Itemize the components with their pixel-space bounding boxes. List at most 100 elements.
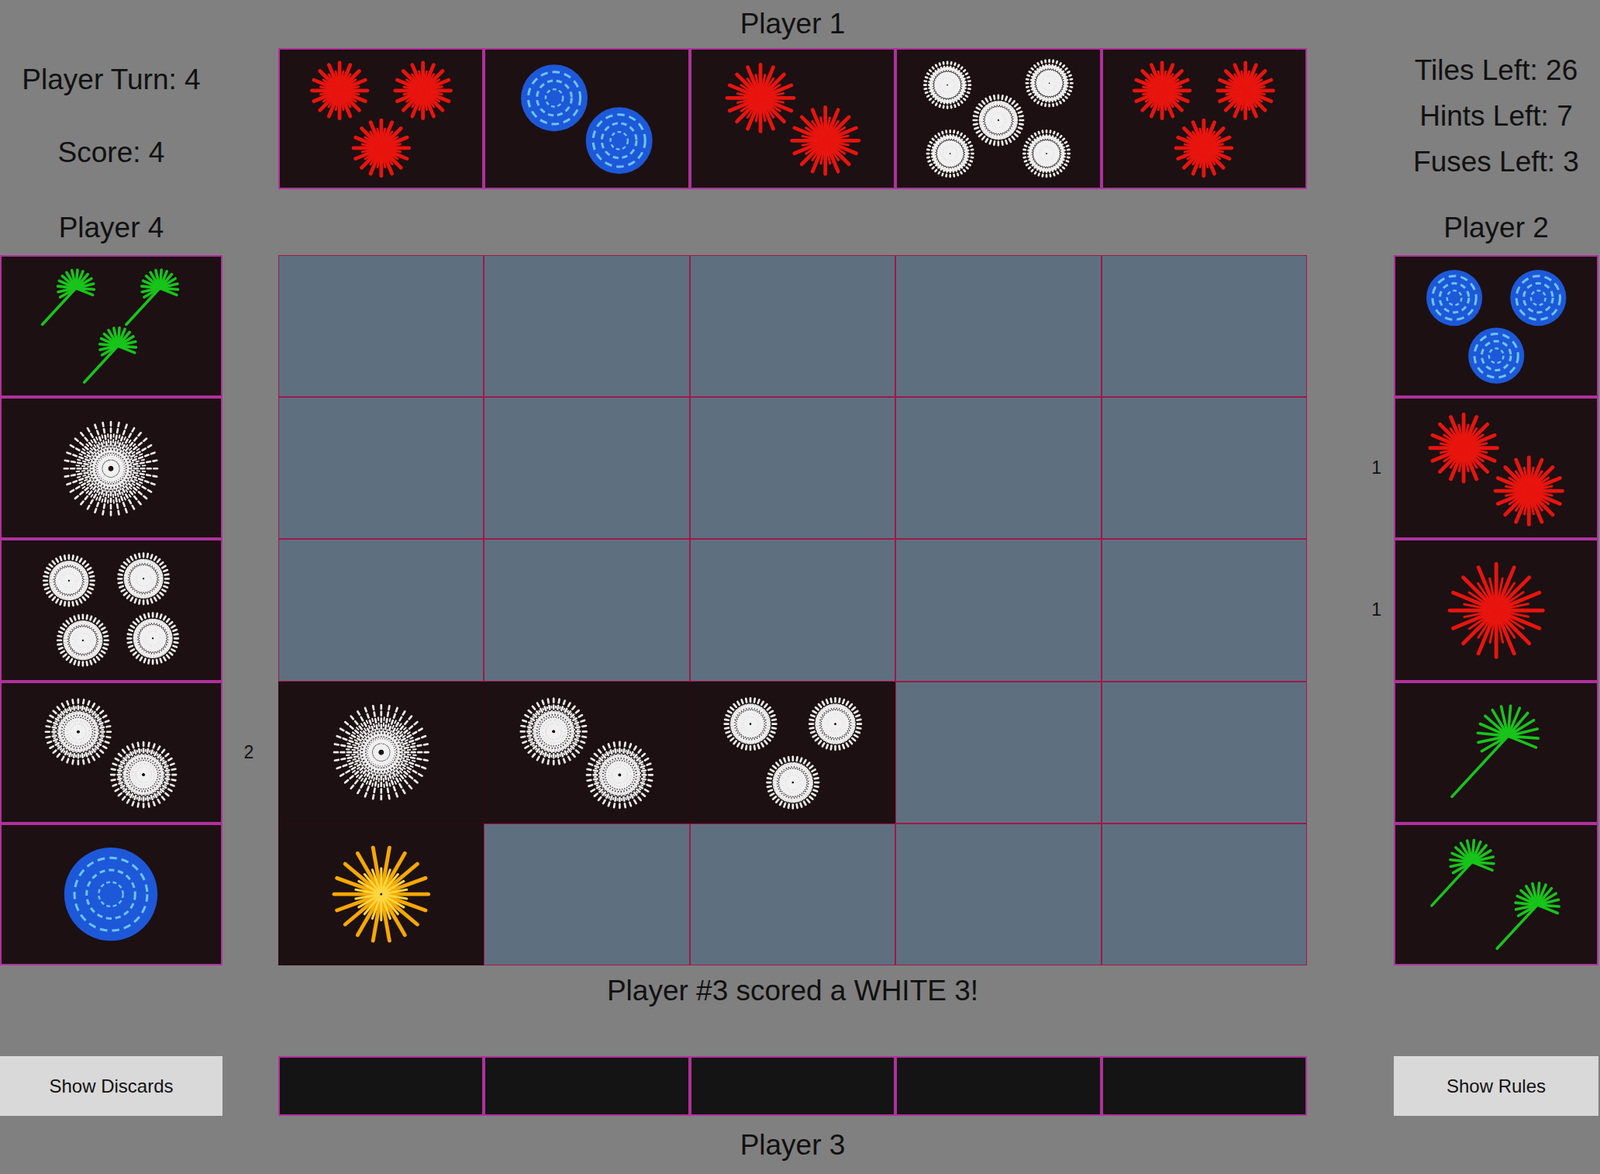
hint-count — [222, 255, 279, 397]
show-rules-button[interactable]: Show Rules — [1393, 1055, 1599, 1116]
firework-icon — [7, 544, 214, 676]
firework-icon — [1401, 260, 1591, 391]
firework-burst-icon — [44, 697, 113, 766]
board-cell — [1101, 255, 1307, 397]
firework-board — [278, 255, 1307, 966]
hint-count — [1306, 255, 1394, 397]
player-label: Player 3 — [278, 1128, 1307, 1162]
firework-burst-icon — [43, 554, 96, 607]
board-cell — [278, 538, 484, 681]
firework-icon — [1401, 544, 1591, 676]
firework-icon — [7, 260, 214, 391]
board-cell — [689, 823, 896, 966]
board-cell — [1101, 823, 1307, 966]
info-text: Score: 4 — [58, 136, 166, 169]
board-cell — [1101, 396, 1307, 539]
hand-card[interactable] — [0, 396, 223, 539]
board-cell — [483, 255, 690, 397]
hint-count — [222, 538, 279, 681]
status-message: Player #3 scored a WHITE 3! — [278, 965, 1307, 1056]
player-hand — [1393, 255, 1599, 966]
firework-burst-icon — [1496, 882, 1559, 949]
hand-card[interactable] — [689, 48, 896, 190]
hand-card[interactable] — [483, 1055, 690, 1116]
board-cell — [483, 396, 690, 539]
hand-card[interactable] — [1393, 396, 1599, 539]
firework-burst-icon — [721, 695, 779, 752]
firework-burst-icon — [1431, 840, 1494, 906]
hint-count: 1 — [1306, 396, 1394, 539]
hint-count: 2 — [222, 681, 279, 824]
board-cell — [689, 396, 896, 539]
board-cell — [1101, 681, 1307, 824]
firework-burst-icon — [1426, 269, 1483, 326]
board-cell — [483, 681, 690, 824]
info-text: Player Turn: 4 — [21, 63, 200, 97]
firework-icon — [696, 686, 890, 818]
firework-icon — [285, 686, 478, 818]
player-hand — [278, 1055, 1307, 1116]
player-hand — [278, 48, 1307, 190]
hand-card[interactable] — [1101, 48, 1307, 190]
firework-burst-icon — [64, 847, 158, 941]
firework-burst-icon — [110, 741, 178, 809]
hand-card[interactable] — [0, 538, 223, 681]
player-hand — [0, 255, 223, 966]
hint-count: 1 — [1306, 538, 1394, 681]
firework-burst-icon — [1026, 60, 1073, 107]
player-label: Player 4 — [0, 200, 223, 245]
firework-burst-icon — [57, 613, 110, 666]
firework-burst-icon — [586, 107, 653, 175]
firework-icon — [903, 53, 1094, 183]
hand-card[interactable] — [1393, 681, 1599, 824]
game-info: Player Turn: 4 Score: 4 — [0, 0, 223, 190]
board-cell — [278, 681, 484, 824]
hand-card[interactable] — [689, 1055, 896, 1116]
counter-text: Fuses Left: 3 — [1413, 145, 1580, 179]
firework-burst-icon — [727, 65, 794, 132]
board-cell — [895, 538, 1101, 681]
board-cell — [483, 538, 690, 681]
hint-count — [1306, 823, 1394, 966]
firework-burst-icon — [1468, 327, 1525, 384]
firework-icon — [1108, 53, 1300, 183]
firework-burst-icon — [84, 327, 137, 383]
firework-burst-icon — [117, 551, 170, 604]
firework-burst-icon — [806, 695, 864, 752]
hand-card[interactable] — [278, 1055, 484, 1116]
board-cell — [895, 396, 1101, 539]
hand-card[interactable] — [1393, 823, 1599, 966]
hand-card[interactable] — [895, 48, 1101, 190]
firework-icon — [491, 53, 683, 183]
board-cell — [895, 681, 1101, 824]
hand-card[interactable] — [278, 48, 484, 190]
game-table: Player 1Player Turn: 4Score: 4Tiles Left… — [0, 0, 1600, 1174]
hand-card[interactable] — [895, 1055, 1101, 1116]
hand-card[interactable] — [1393, 255, 1599, 397]
board-cell — [689, 538, 896, 681]
hand-card[interactable] — [0, 681, 223, 824]
hand-card[interactable] — [1393, 538, 1599, 681]
hand-card[interactable] — [483, 48, 690, 190]
firework-burst-icon — [1510, 269, 1566, 326]
hand-card[interactable] — [0, 255, 223, 397]
firework-burst-icon — [395, 62, 452, 119]
firework-burst-icon — [1495, 456, 1563, 525]
board-cell — [278, 396, 484, 539]
firework-burst-icon — [126, 269, 179, 325]
hint-column: 2 — [222, 255, 279, 966]
hand-card[interactable] — [0, 823, 223, 966]
board-cell — [689, 681, 896, 824]
show-discards-button[interactable]: Show Discards — [0, 1055, 223, 1116]
hint-column: 11 — [1306, 255, 1394, 966]
hand-card[interactable] — [1101, 1055, 1307, 1116]
board-cell — [689, 255, 896, 397]
firework-burst-icon — [334, 847, 429, 941]
firework-burst-icon — [973, 95, 1025, 146]
firework-burst-icon — [311, 62, 368, 119]
firework-icon — [1401, 686, 1591, 818]
firework-burst-icon — [127, 611, 180, 664]
game-counters: Tiles Left: 26Hints Left: 7Fuses Left: 3 — [1393, 0, 1599, 190]
firework-icon — [7, 828, 214, 959]
board-cell — [895, 823, 1101, 966]
